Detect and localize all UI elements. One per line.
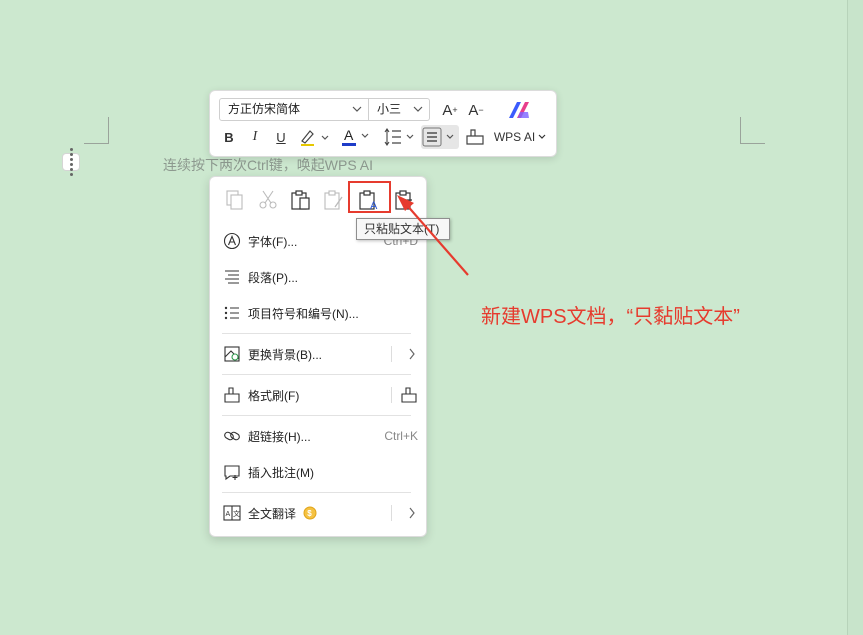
annotation-caption: 新建WPS文档，“只黏贴文本”	[481, 306, 740, 328]
